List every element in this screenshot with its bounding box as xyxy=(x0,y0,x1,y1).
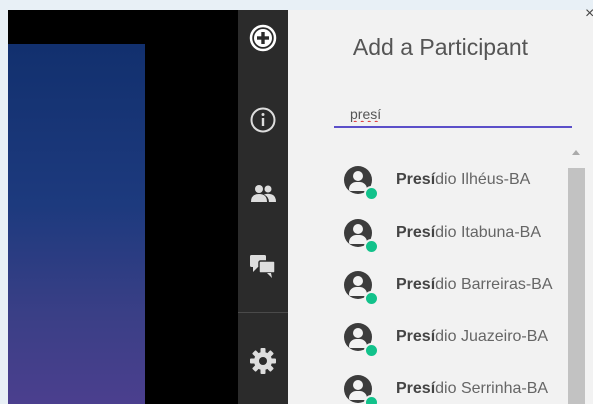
info-icon xyxy=(250,107,276,133)
online-status-dot xyxy=(364,186,379,201)
info-button[interactable] xyxy=(238,100,288,140)
participant-search-input[interactable] xyxy=(334,102,572,128)
result-item[interactable]: Presídio Barreiras-BA xyxy=(344,259,570,311)
results-scrollbar[interactable] xyxy=(568,150,585,404)
result-name: Presídio Juazeiro-BA xyxy=(396,328,567,346)
match-highlight: Presí xyxy=(396,328,436,345)
avatar-icon xyxy=(344,375,379,404)
result-name: Presídio Serrinha-BA xyxy=(396,380,567,398)
result-name-rest: dio Barreiras-BA xyxy=(435,276,553,293)
avatar-icon xyxy=(344,166,379,201)
online-status-dot xyxy=(364,343,379,358)
online-status-dot xyxy=(364,291,379,306)
result-name-rest: dio Itabuna-BA xyxy=(435,224,541,241)
avatar-icon xyxy=(344,271,379,306)
close-icon[interactable]: × xyxy=(585,4,593,24)
result-item[interactable]: Presídio Ilhéus-BA xyxy=(344,154,570,206)
scroll-up-arrow-icon[interactable] xyxy=(572,150,580,155)
participants-button[interactable] xyxy=(238,174,288,214)
settings-button[interactable] xyxy=(238,341,288,381)
video-feed xyxy=(8,44,145,404)
match-highlight: Presí xyxy=(396,224,436,241)
match-highlight: Presí xyxy=(396,276,436,293)
add-participant-panel: × Add a Participant Presídio Ilhéus-BA P… xyxy=(288,5,593,404)
scrollbar-thumb[interactable] xyxy=(568,168,585,404)
result-name-rest: dio Juazeiro-BA xyxy=(435,328,549,345)
sidebar-divider xyxy=(238,312,288,313)
result-name-rest: dio Serrinha-BA xyxy=(435,380,549,397)
add-participant-button[interactable] xyxy=(238,18,288,58)
result-name: Presídio Barreiras-BA xyxy=(396,276,567,294)
chat-button[interactable] xyxy=(238,246,288,286)
result-name-rest: dio Ilhéus-BA xyxy=(435,171,531,188)
search-results-list: Presídio Ilhéus-BA Presídio Itabuna-BA P… xyxy=(344,148,570,404)
result-name: Presídio Itabuna-BA xyxy=(396,224,567,242)
panel-title: Add a Participant xyxy=(352,34,529,60)
result-name: Presídio Ilhéus-BA xyxy=(396,171,567,189)
avatar-icon xyxy=(344,219,379,254)
add-icon xyxy=(249,24,277,52)
result-item[interactable]: Presídio Juazeiro-BA xyxy=(344,311,570,363)
chat-icon xyxy=(250,255,276,278)
match-highlight: Presí xyxy=(396,171,436,188)
settings-icon xyxy=(250,348,276,374)
online-status-dot xyxy=(364,395,379,404)
online-status-dot xyxy=(364,239,379,254)
result-item[interactable]: Presídio Serrinha-BA xyxy=(344,363,570,404)
sidebar xyxy=(238,10,288,404)
result-item[interactable]: Presídio Itabuna-BA xyxy=(344,207,570,259)
match-highlight: Presí xyxy=(396,380,436,397)
participants-icon xyxy=(251,185,276,202)
avatar-icon xyxy=(344,323,379,358)
